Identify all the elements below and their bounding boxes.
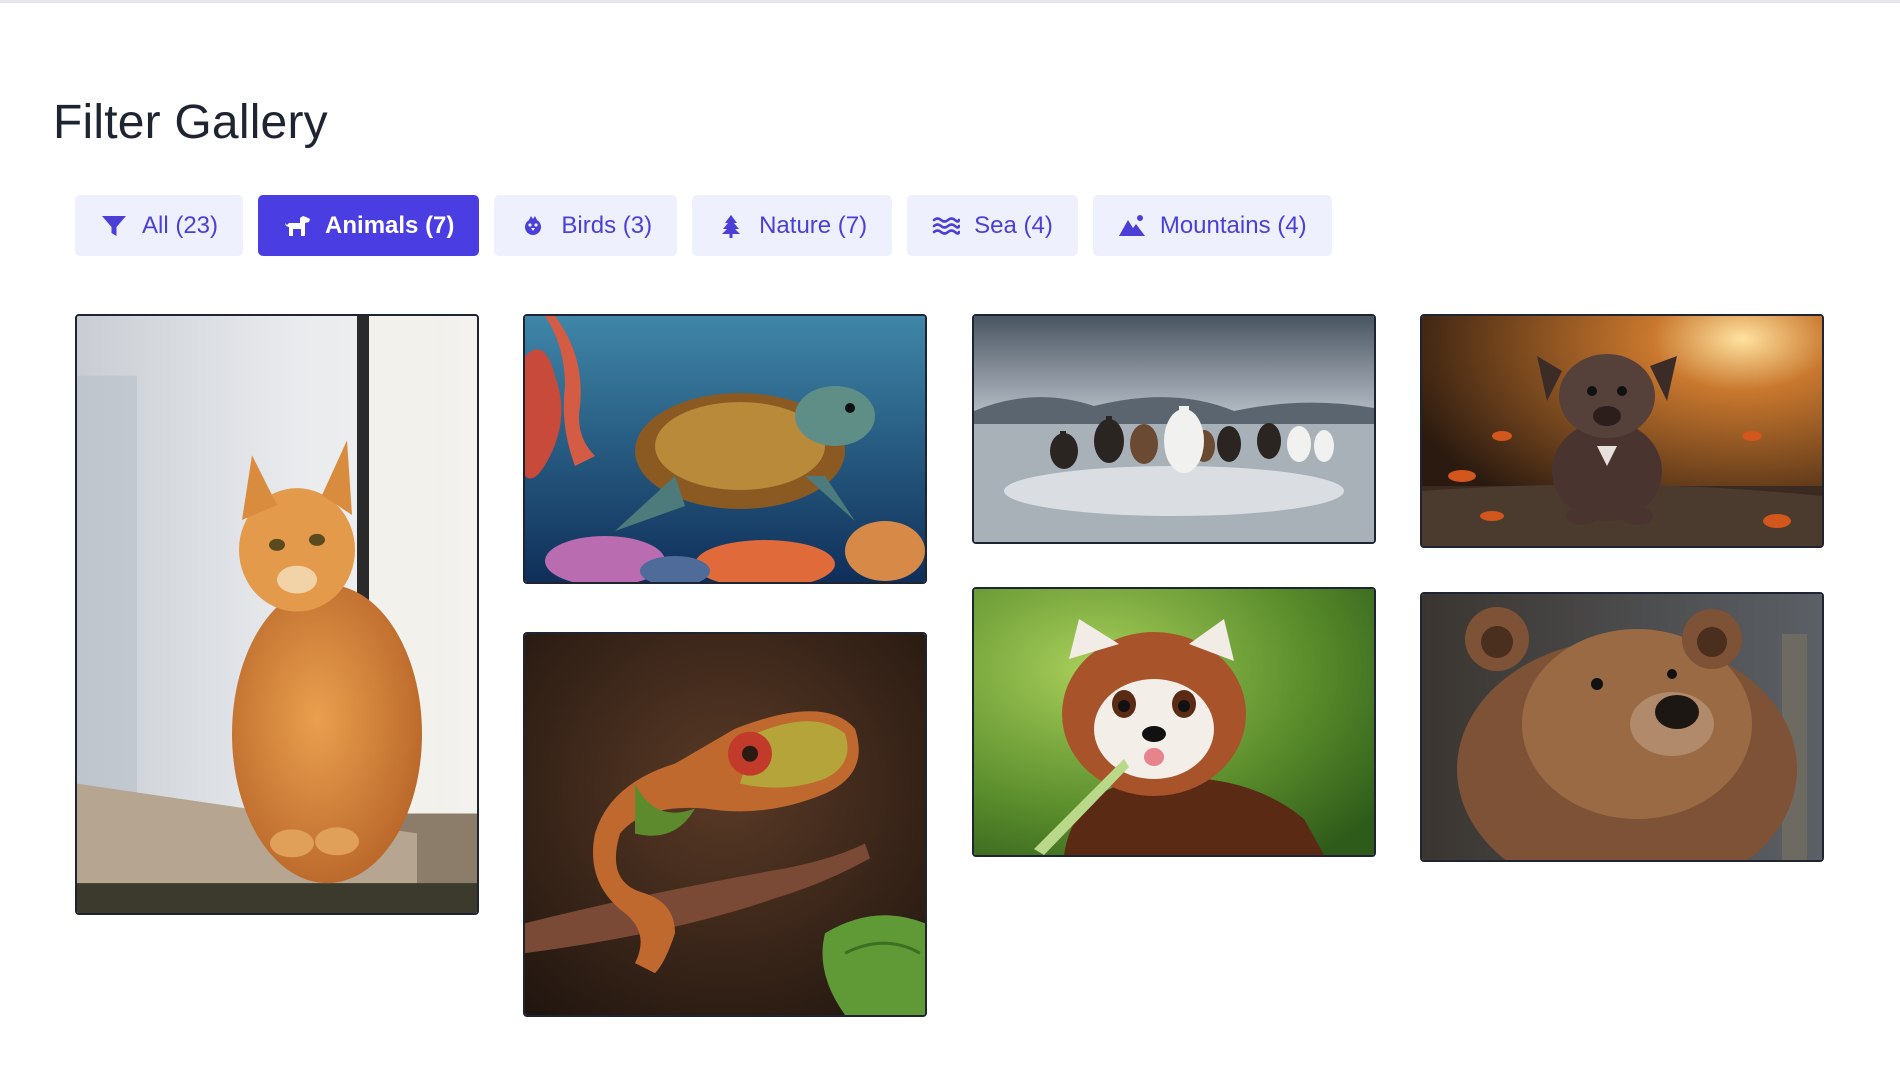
filter-bar: All (23) Animals (7) Birds (3) Nature (7…: [75, 195, 1332, 256]
filter-label: Birds (3): [561, 211, 653, 239]
filter-mountains-button[interactable]: Mountains (4): [1092, 195, 1332, 256]
water-icon: [932, 216, 961, 235]
gallery-image-horses[interactable]: [972, 314, 1376, 544]
filter-animals-button[interactable]: Animals (7): [258, 195, 480, 256]
gallery-image-red-panda[interactable]: [972, 587, 1376, 857]
filter-label: Mountains (4): [1159, 211, 1307, 239]
puppy-photo: [1422, 316, 1822, 546]
tree-icon: [722, 214, 741, 238]
filter-label: All (23): [142, 211, 219, 239]
top-divider: [0, 0, 1900, 3]
gallery-image-chameleon[interactable]: [523, 632, 927, 1017]
filter-nature-button[interactable]: Nature (7): [692, 195, 893, 256]
horses-photo: [974, 316, 1374, 542]
filter-label: Nature (7): [759, 211, 868, 239]
bird-icon: [525, 215, 542, 235]
gallery-image-sea-turtle[interactable]: [523, 314, 927, 584]
gallery-image-bear[interactable]: [1420, 592, 1824, 862]
mountain-icon: [1118, 214, 1145, 236]
chameleon-photo: [525, 634, 925, 1015]
gallery-image-cat[interactable]: [75, 314, 479, 915]
page-title: Filter Gallery: [53, 96, 328, 149]
filter-all-button[interactable]: All (23): [75, 195, 244, 256]
dog-icon: [285, 215, 311, 236]
red-panda-photo: [974, 589, 1374, 855]
filter-label: Sea (4): [974, 211, 1053, 239]
filter-label: Animals (7): [325, 211, 455, 239]
sea-turtle-photo: [525, 316, 925, 582]
filter-birds-button[interactable]: Birds (3): [494, 195, 678, 256]
filter-icon: [102, 215, 126, 236]
cat-photo: [77, 316, 477, 913]
bear-photo: [1422, 594, 1822, 860]
filter-sea-button[interactable]: Sea (4): [907, 195, 1078, 256]
gallery-image-puppy[interactable]: [1420, 314, 1824, 548]
